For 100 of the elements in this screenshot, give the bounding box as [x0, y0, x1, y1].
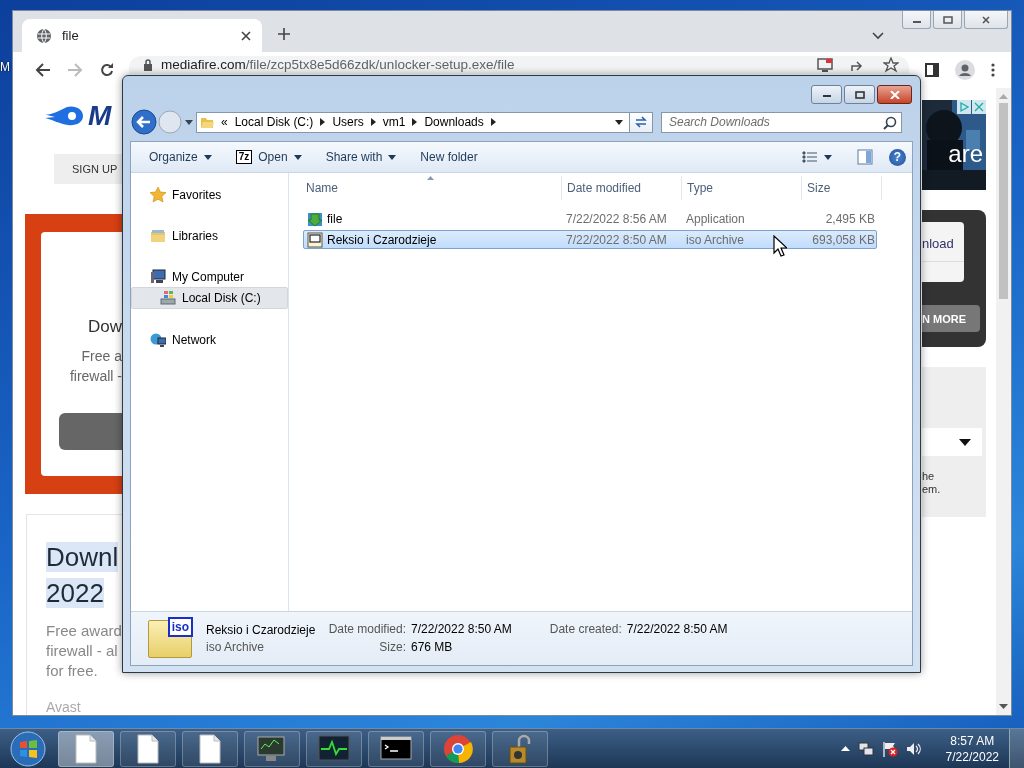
field-value: 7/22/2022 8:50 AM: [626, 621, 728, 638]
minimize-button[interactable]: [902, 11, 931, 29]
file-type: iso Archive: [206, 638, 266, 656]
file-row[interactable]: Reksio i Czarodzieje 7/22/2022 8:50 AM iso Archive 693,058 KB: [303, 230, 877, 249]
chevron-right-icon[interactable]: [412, 118, 418, 126]
column-header[interactable]: Size: [802, 176, 882, 200]
caret-icon: [959, 438, 971, 446]
close-icon[interactable]: [240, 29, 252, 42]
field-value: 676 MB: [411, 639, 453, 656]
breadcrumb-item[interactable]: vm1: [382, 115, 406, 129]
scrollbar[interactable]: [996, 88, 1011, 715]
back-arrow-icon[interactable]: [35, 62, 51, 78]
learn-more-button[interactable]: N MORE: [922, 305, 980, 332]
column-header[interactable]: Date modified: [562, 176, 682, 200]
file-name: Reksio i Czarodzieje: [327, 232, 437, 247]
show-desktop-button[interactable]: [1009, 729, 1024, 768]
maximize-icon: [854, 90, 865, 99]
maximize-button[interactable]: [933, 11, 962, 29]
library-icon: [150, 228, 166, 244]
chevron-right-icon[interactable]: [320, 118, 326, 126]
nav-item[interactable]: Local Disk (C:): [131, 287, 288, 309]
menu-button[interactable]: 7z Open: [226, 145, 311, 169]
file-type: iso Archive: [685, 232, 745, 247]
article-heading: Downl: [46, 542, 119, 572]
network-icon[interactable]: [857, 740, 874, 757]
file-date: 7/22/2022 8:56 AM: [565, 211, 667, 226]
globe-icon: [36, 27, 52, 44]
source-label: Avast: [46, 699, 82, 715]
caret-icon: [388, 154, 397, 160]
logo-text: M: [88, 104, 112, 128]
menu-button[interactable]: Organize: [140, 145, 221, 169]
taskbar-button[interactable]: [368, 730, 424, 767]
taskbar-button[interactable]: [182, 730, 238, 767]
reload-icon[interactable]: [99, 62, 115, 78]
breadcrumb-item[interactable]: Downloads: [424, 115, 484, 129]
column-header[interactable]: Name: [289, 176, 562, 200]
download-link[interactable]: nload: [922, 236, 964, 262]
dropdown[interactable]: [922, 428, 982, 456]
close-button[interactable]: [877, 85, 912, 104]
menu-icon[interactable]: [991, 63, 995, 77]
folder-icon: [200, 115, 214, 129]
chevron-right-icon[interactable]: [370, 118, 376, 126]
refresh-button[interactable]: [630, 111, 653, 133]
article-text: for free.: [46, 661, 99, 681]
column-header[interactable]: Type: [682, 176, 802, 200]
start-button[interactable]: [10, 730, 46, 767]
nav-item[interactable]: Favorites: [132, 185, 287, 205]
taskbar-button[interactable]: [58, 730, 114, 767]
toolbar-button[interactable]: New folder: [411, 145, 487, 169]
card-text: firewall -: [68, 367, 122, 386]
overflow-button[interactable]: «: [221, 115, 228, 129]
taskbar-button[interactable]: [306, 730, 362, 767]
maximize-button[interactable]: [844, 85, 875, 104]
address-bar[interactable]: mediafire.com/file/zcp5tx8e5d66zdk/unlocker-setup.exe/file: [129, 56, 909, 74]
sign-up-button[interactable]: SIGN UP: [54, 154, 122, 184]
breadcrumb-item[interactable]: Local Disk (C:): [234, 115, 314, 129]
minimize-button[interactable]: [811, 85, 842, 104]
profile-icon[interactable]: [955, 60, 975, 80]
file-row[interactable]: file 7/22/2022 8:56 AM Application 2,495 KB: [303, 209, 877, 228]
flame-logo-icon: [45, 106, 85, 126]
caret-icon: [824, 154, 832, 160]
clock-time: 8:57 AM: [949, 732, 996, 749]
nav-item[interactable]: Network: [132, 330, 287, 350]
file-size: 2,495 KB: [824, 211, 876, 226]
caret-icon: [293, 154, 302, 160]
search-field[interactable]: Search Downloads: [661, 111, 902, 133]
disc-image-file-icon: [307, 231, 323, 248]
file-name: Reksio i Czarodzieje: [206, 621, 317, 639]
action-center-icon[interactable]: [881, 740, 898, 757]
breadcrumb-item[interactable]: Users: [332, 115, 364, 129]
chevron-down-icon[interactable]: [872, 32, 884, 40]
maximize-icon: [942, 15, 953, 24]
menu-button[interactable]: Share with: [316, 145, 406, 169]
clock[interactable]: 8:57 AM 7/22/2022: [945, 732, 999, 765]
view-list-icon: [802, 151, 818, 163]
scroll-down-icon: [999, 704, 1008, 709]
url-text: mediafire.com/file/zcp5tx8e5d66zdk/unlocker-setup.exe/file: [161, 57, 516, 73]
nav-item[interactable]: My Computer: [132, 267, 287, 287]
address-bar[interactable]: « Local Disk (C:) Users vm1 Downloads: [196, 111, 630, 133]
sort-arrow-icon: [427, 176, 434, 180]
caret-icon: [203, 154, 212, 160]
help-button[interactable]: ?: [889, 148, 906, 166]
desktop-icon-label[interactable]: M: [0, 60, 10, 74]
back-button-icon[interactable]: [131, 109, 157, 135]
new-tab-icon[interactable]: [277, 27, 291, 41]
scrollbar-thumb[interactable]: [999, 103, 1008, 299]
taskbar-button[interactable]: [120, 730, 176, 767]
taskbar-button[interactable]: [430, 730, 486, 767]
article-text: firewall - al: [46, 641, 119, 661]
dropdown-caret-icon[interactable]: [615, 119, 623, 125]
chevron-right-icon[interactable]: [490, 118, 496, 126]
star-icon[interactable]: [883, 57, 899, 73]
mouse-cursor-icon: [773, 235, 787, 257]
show-hidden-icons-icon[interactable]: [840, 746, 850, 751]
recent-pages-caret-icon[interactable]: [185, 119, 193, 125]
side-panel-icon[interactable]: [925, 63, 939, 77]
nav-item[interactable]: Libraries: [132, 226, 287, 246]
browser-tab[interactable]: file: [22, 19, 262, 52]
computer-icon: [150, 269, 166, 285]
install-icon[interactable]: [817, 58, 833, 72]
